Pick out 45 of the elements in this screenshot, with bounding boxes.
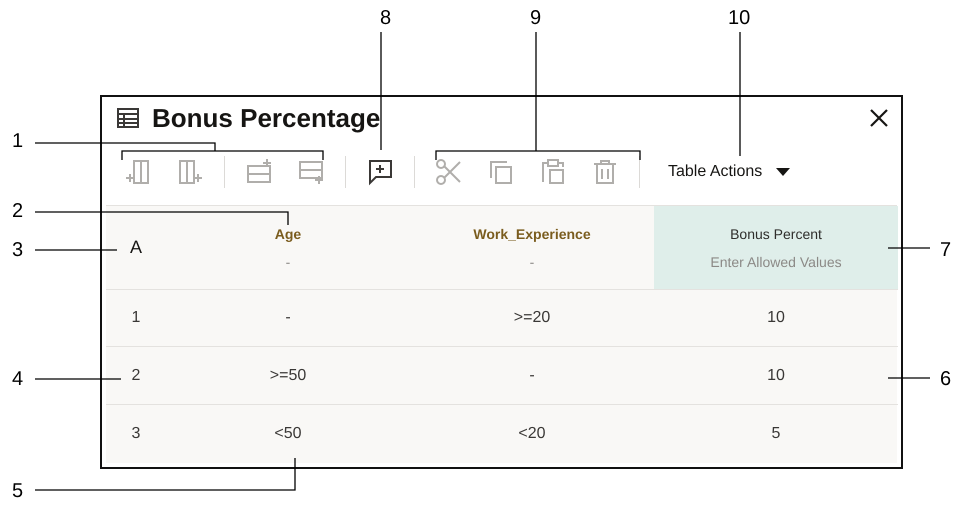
insert-column-icon: [176, 158, 204, 186]
insert-row-icon: [297, 158, 325, 186]
column-label: Age: [274, 226, 302, 242]
rule-cell: 10: [654, 347, 898, 405]
table-label: A: [130, 237, 142, 258]
panel-title: Bonus Percentage: [152, 102, 382, 134]
rule-cell: 10: [654, 290, 898, 347]
table-icon: [116, 107, 140, 130]
rule-cell: >=50: [166, 347, 410, 405]
insert-column-icon: [124, 158, 152, 186]
caret-icon: [776, 168, 790, 176]
table-actions-dropdown[interactable]: Table Actions: [656, 157, 802, 188]
rule-cell-text: <50: [273, 424, 303, 444]
callout-number: 5: [12, 481, 24, 501]
rule-cell-text: 5: [770, 424, 782, 444]
column-label: Work_Experience: [473, 226, 591, 242]
callout-number: 9: [530, 8, 542, 28]
row-number: 2: [106, 347, 166, 405]
callout-number: 10: [728, 8, 750, 28]
allowed-values-hint: -: [530, 254, 534, 270]
leader-line: [888, 247, 930, 249]
rule-cell: -: [410, 347, 654, 405]
scissors-icon: [435, 158, 463, 186]
rule-cell-text: <20: [517, 424, 547, 444]
callout-number: 1: [12, 131, 24, 151]
row-number: 3: [130, 424, 142, 444]
callout-number: 4: [12, 369, 24, 389]
copy-icon: [487, 158, 515, 186]
column-label: Bonus Percent: [730, 226, 822, 242]
callout-number: 7: [940, 240, 952, 260]
rule-cell: -: [166, 290, 410, 347]
trash-icon: [591, 158, 619, 186]
paste-icon: [539, 158, 567, 186]
output-column-header[interactable]: Bonus Percent Enter Allowed Values: [654, 206, 898, 290]
add-comment-icon: [366, 158, 394, 186]
callout-number: 8: [380, 8, 392, 28]
callout-number: 3: [12, 240, 24, 260]
allowed-values-hint: Enter Allowed Values: [710, 254, 842, 270]
callout-number: 6: [940, 369, 952, 389]
input-column-header[interactable]: Age -: [166, 206, 410, 290]
rule-cell: >=20: [410, 290, 654, 347]
allowed-values-hint: -: [286, 254, 290, 270]
row-number: 1: [106, 290, 166, 347]
callout-number: 2: [12, 201, 24, 221]
leader-line: [888, 377, 930, 379]
